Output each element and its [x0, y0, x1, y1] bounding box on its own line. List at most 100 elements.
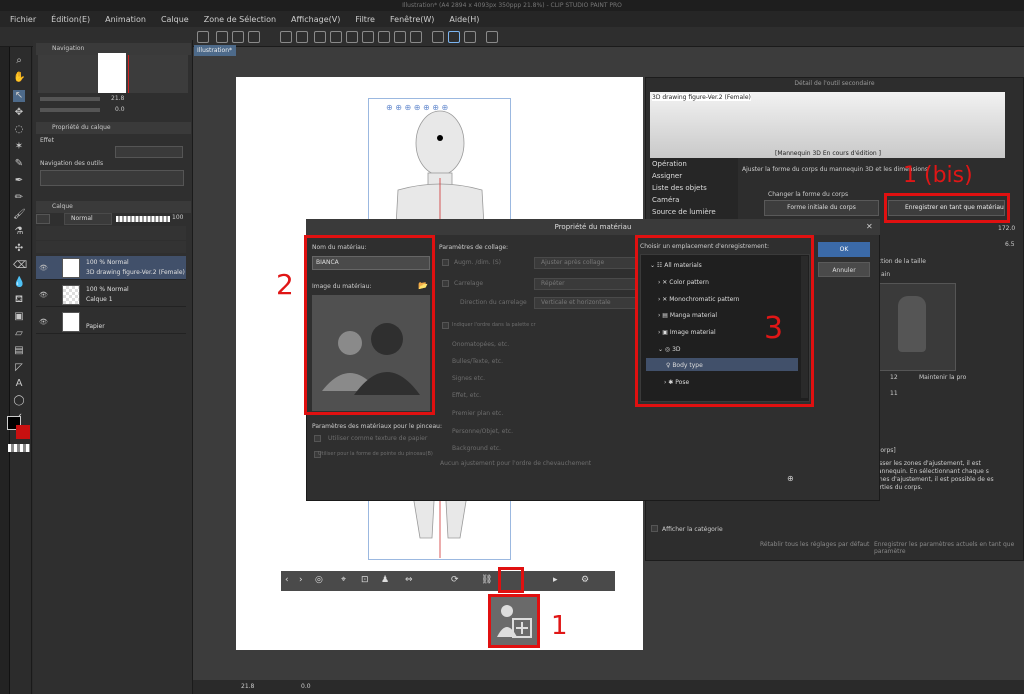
layer-color-button[interactable] — [36, 214, 50, 224]
balloon-tool-icon[interactable]: ◯ — [13, 395, 25, 407]
tiling-checkbox[interactable] — [442, 280, 449, 287]
show-category-checkbox[interactable] — [651, 525, 658, 532]
menu-file[interactable]: Fichier — [10, 15, 36, 24]
menu-filter[interactable]: Filtre — [355, 15, 375, 24]
fill-tool-icon[interactable]: ⛾ — [13, 294, 25, 306]
pencil-tool-icon[interactable]: ✏ — [13, 192, 25, 204]
zoom-slider[interactable] — [40, 97, 100, 101]
tiling-direction-select[interactable]: Verticale et horizontale — [534, 297, 637, 309]
arrow-icon[interactable]: ▸ — [553, 575, 558, 585]
save-icon[interactable] — [248, 31, 260, 43]
next-icon[interactable]: › — [299, 575, 303, 585]
category-operation[interactable]: Opération — [652, 160, 687, 168]
menu-layer[interactable]: Calque — [161, 15, 189, 24]
ruler-tool-icon[interactable]: ◸ — [13, 362, 25, 374]
crop-icon[interactable] — [394, 31, 406, 43]
redo-icon[interactable] — [296, 31, 308, 43]
option-foreground[interactable]: Premier plan etc. — [452, 410, 503, 417]
sub-color-swatch[interactable] — [16, 425, 30, 439]
initial-shape-button[interactable]: Forme initiale du corps — [764, 200, 879, 216]
color-wheel-icon[interactable] — [486, 31, 498, 43]
layer-tab[interactable]: Calque — [38, 201, 73, 212]
fill-icon[interactable] — [346, 31, 358, 43]
pose-icon[interactable]: ♟ — [381, 575, 389, 585]
invert-icon[interactable] — [410, 31, 422, 43]
menu-window[interactable]: Fenêtre(W) — [390, 15, 434, 24]
eye-icon[interactable]: 👁 — [39, 291, 48, 299]
hand-tool-icon[interactable]: ✋ — [13, 72, 25, 84]
category-camera[interactable]: Caméra — [652, 196, 679, 204]
move-tool-icon[interactable]: ✥ — [13, 107, 25, 119]
option-onomatopoeia[interactable]: Onomatopées, etc. — [452, 341, 509, 348]
eye-icon[interactable]: 👁 — [39, 264, 48, 272]
reset-all-link[interactable]: Rétablir tous les réglages par défaut — [760, 541, 869, 548]
option-person[interactable]: Personne/Objet, etc. — [452, 428, 513, 435]
layer-row-3d[interactable]: 👁 100 % Normal 3D drawing figure-Ver.2 (… — [36, 256, 186, 280]
layer-row-calque1[interactable]: 👁 100 % Normal Calque 1 — [36, 283, 186, 307]
register-as-material-icon[interactable] — [488, 594, 540, 648]
clip-studio-icon[interactable] — [197, 31, 209, 43]
rotation-slider[interactable] — [40, 108, 100, 112]
paper-texture-checkbox[interactable] — [314, 435, 321, 442]
frame-tool-icon[interactable]: ▤ — [13, 345, 25, 357]
wand-tool-icon[interactable]: ✶ — [13, 141, 25, 153]
zoom-tool-icon[interactable]: ⌕ — [13, 55, 25, 67]
fit-icon[interactable]: ⌖ — [341, 575, 346, 585]
menu-help[interactable]: Aide(H) — [449, 15, 479, 24]
airbrush-tool-icon[interactable]: ⚗ — [13, 226, 25, 238]
option-signs[interactable]: Signes etc. — [452, 375, 485, 382]
transparent-color-swatch[interactable] — [8, 444, 30, 452]
deselect-icon[interactable] — [378, 31, 390, 43]
clear-icon[interactable] — [330, 31, 342, 43]
document-tab[interactable]: Illustration* — [194, 45, 236, 56]
tag-add-icon[interactable]: ⊕ — [787, 474, 794, 483]
layer-row-paper[interactable]: 👁 Papier — [36, 310, 186, 334]
menu-view[interactable]: Affichage(V) — [291, 15, 340, 24]
effect-buttons[interactable] — [115, 146, 183, 158]
opacity-slider[interactable] — [116, 216, 170, 222]
save-current-link[interactable]: Enregistrer les paramètres actuels en ta… — [874, 541, 1024, 555]
close-icon[interactable]: ✕ — [866, 222, 873, 231]
category-assign[interactable]: Assigner — [652, 172, 682, 180]
order-checkbox[interactable] — [442, 322, 449, 329]
lasso-tool-icon[interactable]: ◌ — [13, 124, 25, 136]
undo-icon[interactable] — [280, 31, 292, 43]
layer-property-tab[interactable]: Propriété du calque — [38, 122, 111, 133]
blend-mode-select[interactable]: Normal — [64, 213, 112, 225]
ok-button[interactable]: OK — [818, 242, 870, 257]
eye-icon[interactable]: 👁 — [39, 318, 48, 326]
navigation-tab[interactable]: Navigation — [38, 43, 84, 54]
brush-tool-icon[interactable]: 🖌 — [13, 209, 26, 221]
menu-selection[interactable]: Zone de Sélection — [204, 15, 276, 24]
reset-icon[interactable]: ⟳ — [451, 575, 459, 585]
eyedropper-tool-icon[interactable]: ✎ — [13, 158, 25, 170]
camera-icon[interactable]: ◎ — [315, 575, 323, 585]
pen-tool-icon[interactable]: ✒ — [13, 175, 25, 187]
open-file-icon[interactable] — [232, 31, 244, 43]
eraser-tool-icon[interactable]: ⌫ — [13, 260, 27, 272]
blend-tool-icon[interactable]: 💧 — [13, 277, 25, 289]
lock-icon[interactable]: ⛓ — [481, 575, 492, 585]
snap-ruler-icon[interactable] — [448, 31, 460, 43]
option-effects[interactable]: Effet, etc. — [452, 392, 481, 399]
ruler-icon[interactable] — [432, 31, 444, 43]
decoration-tool-icon[interactable]: ✣ — [13, 243, 25, 255]
tiling-select[interactable]: Répéter — [534, 278, 637, 290]
prev-icon[interactable]: ‹ — [285, 575, 289, 585]
options-icon[interactable]: ⚙ — [581, 575, 589, 585]
zoom-checkbox[interactable] — [442, 259, 449, 266]
menu-edit[interactable]: Édition(E) — [51, 15, 90, 24]
tool-navigation-button[interactable] — [40, 170, 184, 186]
option-background[interactable]: Background etc. — [452, 445, 501, 452]
zoom-select[interactable]: Ajuster après collage — [534, 257, 637, 269]
navigator-preview[interactable] — [98, 53, 126, 93]
cancel-button[interactable]: Annuler — [818, 262, 870, 277]
figure-tool-icon[interactable]: ▱ — [13, 328, 25, 340]
snap-grid-icon[interactable] — [464, 31, 476, 43]
menu-animation[interactable]: Animation — [105, 15, 146, 24]
ground-icon[interactable]: ⊡ — [361, 575, 369, 585]
move-icon[interactable]: ⇔ — [405, 575, 413, 585]
transform-icon[interactable] — [362, 31, 374, 43]
category-objects[interactable]: Liste des objets — [652, 184, 707, 192]
new-file-icon[interactable] — [216, 31, 228, 43]
